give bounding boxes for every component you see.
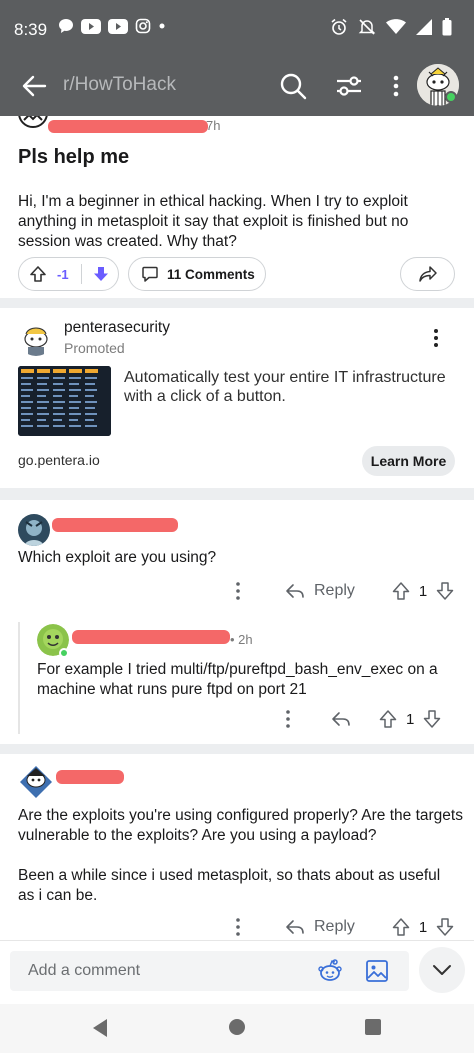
more-vertical-icon[interactable] bbox=[278, 708, 298, 730]
system-navigation-bar bbox=[0, 1004, 474, 1053]
avatar-icon bbox=[18, 764, 54, 800]
alarm-icon bbox=[331, 18, 347, 35]
comment-body-paragraph-2: Been a while since i used metasploit, so… bbox=[18, 867, 441, 904]
status-time: 8:39 bbox=[14, 20, 48, 39]
more-vertical-icon[interactable] bbox=[380, 70, 412, 102]
collapse-button[interactable] bbox=[419, 947, 465, 993]
ad-promoted-label: Promoted bbox=[64, 340, 125, 356]
downvote-icon[interactable] bbox=[435, 581, 455, 601]
youtube-icon-2 bbox=[108, 18, 128, 34]
nav-recents-icon[interactable] bbox=[364, 1018, 382, 1036]
comment-bubble-icon bbox=[142, 266, 158, 282]
downvote-icon[interactable] bbox=[435, 917, 455, 937]
search-icon[interactable] bbox=[277, 70, 309, 102]
post-score: -1 bbox=[57, 266, 69, 282]
share-button[interactable] bbox=[400, 257, 455, 291]
ad-headline[interactable]: Automatically test your entire IT infras… bbox=[124, 368, 464, 406]
reply-body: For example I tried multi/ftp/pureftpd_b… bbox=[37, 661, 438, 698]
redacted-username bbox=[72, 630, 230, 644]
downvote-icon[interactable] bbox=[92, 265, 110, 283]
ad-advertiser-name[interactable]: penterasecurity bbox=[64, 319, 170, 337]
ad-dashboard-image bbox=[18, 366, 111, 436]
post-title: Pls help me bbox=[18, 146, 130, 168]
upvote-icon[interactable] bbox=[378, 709, 398, 729]
battery-icon bbox=[442, 18, 452, 36]
reply-label[interactable]: Reply bbox=[314, 918, 355, 936]
instagram-icon bbox=[135, 18, 151, 34]
signal-icon bbox=[416, 19, 432, 35]
upvote-icon[interactable] bbox=[29, 265, 47, 283]
upvote-icon[interactable] bbox=[391, 581, 411, 601]
comment-actions: Reply 1 bbox=[228, 916, 455, 938]
post-body: Hi, I'm a beginner in ethical hacking. W… bbox=[18, 193, 409, 250]
vote-pill: -1 bbox=[18, 257, 119, 291]
comment-avatar[interactable] bbox=[18, 764, 54, 800]
downvote-icon[interactable] bbox=[422, 709, 442, 729]
back-arrow-icon[interactable] bbox=[18, 70, 50, 102]
ad-avatar[interactable] bbox=[18, 320, 54, 356]
wifi-icon bbox=[386, 19, 406, 34]
reply-time: • 2h bbox=[230, 632, 253, 647]
comment-actions: Reply 1 bbox=[228, 580, 455, 602]
chat-bubble-icon bbox=[59, 19, 73, 33]
mute-icon bbox=[358, 19, 376, 35]
post-author-avatar bbox=[18, 116, 48, 128]
status-bar: 8:39 bbox=[0, 0, 474, 58]
app-header: r/HowToHack bbox=[0, 58, 474, 116]
ad-more-icon[interactable] bbox=[424, 326, 448, 350]
comment-avatar[interactable] bbox=[18, 514, 50, 546]
online-status-dot bbox=[445, 91, 457, 103]
vote-divider bbox=[80, 264, 82, 284]
ad-thumbnail[interactable] bbox=[18, 366, 111, 436]
redacted-username bbox=[48, 120, 208, 133]
share-icon bbox=[418, 266, 437, 282]
reply-icon[interactable] bbox=[284, 581, 306, 601]
section-divider bbox=[0, 298, 474, 308]
comment-score: 1 bbox=[418, 918, 428, 936]
reply-icon[interactable] bbox=[330, 709, 352, 729]
nav-back-icon[interactable] bbox=[91, 1018, 109, 1038]
redacted-username bbox=[52, 518, 178, 532]
snoo-emoji-icon[interactable] bbox=[317, 958, 343, 984]
comment-score: 1 bbox=[418, 582, 428, 600]
online-status-dot bbox=[59, 648, 69, 658]
avatar-icon bbox=[18, 514, 50, 546]
post-time: 7h bbox=[206, 118, 221, 133]
learn-more-button[interactable]: Learn More bbox=[362, 446, 455, 476]
image-icon[interactable] bbox=[365, 959, 389, 983]
more-vertical-icon[interactable] bbox=[228, 916, 248, 938]
add-comment-placeholder: Add a comment bbox=[28, 962, 141, 979]
comment-body: Are the exploits you're using configured… bbox=[18, 807, 463, 844]
comment-composer-bar: Add a comment bbox=[0, 940, 474, 1004]
ad-domain[interactable]: go.pentera.io bbox=[18, 452, 100, 468]
reply-score: 1 bbox=[406, 710, 415, 728]
youtube-icon bbox=[81, 18, 101, 34]
more-vertical-icon[interactable] bbox=[228, 580, 248, 602]
reply-label[interactable]: Reply bbox=[314, 582, 355, 600]
redacted-username bbox=[56, 770, 124, 784]
add-comment-input[interactable]: Add a comment bbox=[10, 951, 409, 991]
comments-count: 11 Comments bbox=[167, 266, 255, 282]
subreddit-title[interactable]: r/HowToHack bbox=[63, 74, 176, 96]
comment-body: Which exploit are you using? bbox=[18, 549, 217, 566]
filter-icon[interactable] bbox=[333, 70, 365, 102]
chevron-down-icon bbox=[433, 965, 451, 975]
ad-avatar-icon bbox=[18, 320, 54, 356]
reply-icon[interactable] bbox=[284, 917, 306, 937]
section-divider-3 bbox=[0, 744, 474, 754]
section-divider-2 bbox=[0, 488, 474, 500]
thread-line[interactable] bbox=[18, 622, 20, 734]
comments-button[interactable]: 11 Comments bbox=[128, 257, 266, 291]
author-avatar-icon bbox=[18, 116, 48, 128]
upvote-icon[interactable] bbox=[391, 917, 411, 937]
dot-icon bbox=[159, 23, 165, 29]
reply-actions: 1 bbox=[278, 708, 442, 730]
nav-home-icon[interactable] bbox=[228, 1018, 246, 1036]
